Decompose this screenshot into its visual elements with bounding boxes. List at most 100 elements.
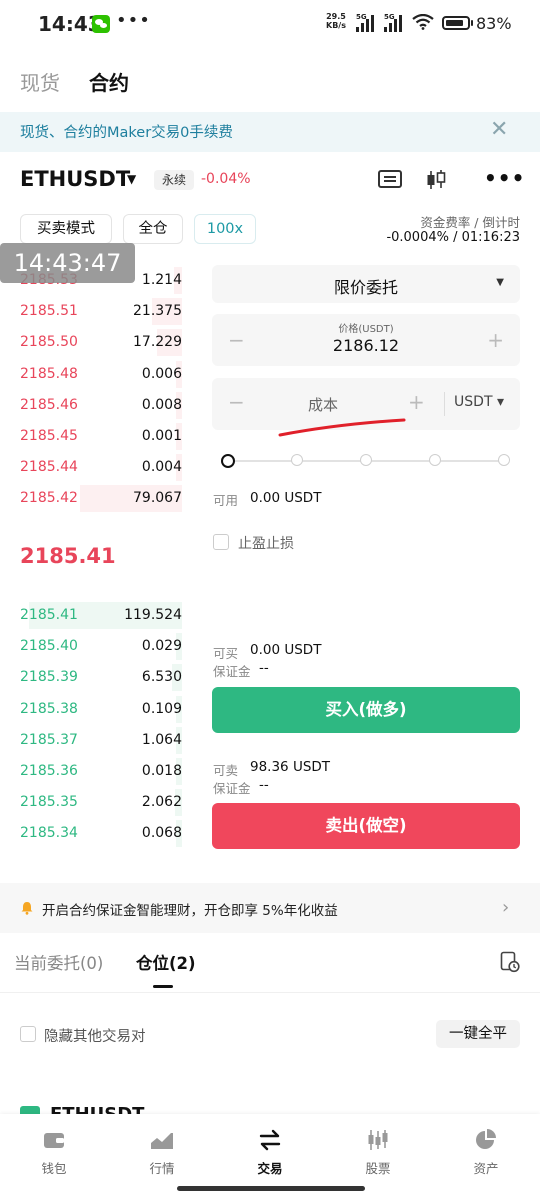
unit-select[interactable]: USDT ▾ — [454, 394, 504, 410]
trade-mode-button[interactable]: 买卖模式 — [20, 214, 112, 244]
ask-row[interactable]: 2185.46 0.008 — [0, 390, 200, 421]
tab-futures[interactable]: 合约 — [89, 67, 129, 96]
order-price: 2185.46 — [20, 396, 78, 413]
tab-open-orders[interactable]: 当前委托(0) — [14, 950, 103, 974]
ask-row[interactable]: 2185.51 21.375 — [0, 296, 200, 327]
order-price: 2185.35 — [20, 794, 78, 811]
slider-step[interactable] — [429, 454, 441, 466]
price-value[interactable]: 2186.12 — [212, 336, 520, 355]
active-tab-indicator — [153, 985, 173, 988]
bid-row[interactable]: 2185.34 0.068 — [0, 818, 200, 849]
close-all-button[interactable]: 一键全平 — [436, 1020, 520, 1048]
market-chart-icon — [151, 1133, 173, 1149]
order-quantity: 0.004 — [141, 459, 182, 476]
order-quantity: 0.029 — [141, 638, 182, 655]
price-input[interactable]: − 价格(USDT) 2186.12 + — [212, 314, 520, 366]
sell-margin-label: 保证金 — [213, 781, 251, 796]
bell-icon — [21, 902, 33, 915]
candlestick-chart-icon[interactable] — [424, 168, 448, 192]
history-document-icon[interactable] — [500, 951, 520, 973]
nav-label: 交易 — [257, 1161, 283, 1176]
battery-tip — [471, 20, 473, 26]
price-label: 价格(USDT) — [338, 324, 394, 335]
home-indicator[interactable] — [177, 1186, 365, 1191]
more-options-icon[interactable]: ••• — [484, 166, 525, 190]
nav-wallet[interactable]: 钱包 — [0, 1128, 108, 1177]
bid-row[interactable]: 2185.35 2.062 — [0, 787, 200, 818]
cost-increase-button[interactable]: + — [408, 390, 425, 414]
nav-label: 资产 — [473, 1161, 499, 1176]
nav-stocks[interactable]: 股票 — [324, 1128, 432, 1177]
order-price: 2185.48 — [20, 365, 78, 382]
buy-long-button[interactable]: 买入(做多) — [212, 687, 520, 733]
order-quantity: 0.001 — [141, 428, 182, 444]
promo-text: 开启合约保证金智能理财，开仓即享 5%年化收益 — [42, 903, 338, 919]
order-price: 2185.41 — [20, 607, 78, 623]
ask-row[interactable]: 2185.42 79.067 — [0, 483, 200, 514]
amount-slider-handle[interactable] — [221, 454, 235, 468]
order-type-select[interactable]: 限价委托 ▼ — [212, 265, 520, 303]
perpetual-tag: 永续 — [154, 170, 194, 190]
leverage-button[interactable]: 100x — [194, 214, 256, 244]
slider-step[interactable] — [291, 454, 303, 466]
chevron-down-icon[interactable]: ▼ — [127, 172, 136, 186]
buyable-label: 可买 — [213, 646, 239, 661]
nav-assets[interactable]: 资产 — [432, 1128, 540, 1177]
close-icon[interactable]: ✕ — [490, 117, 508, 142]
ask-row[interactable]: 2185.45 0.001 — [0, 421, 200, 452]
bid-row[interactable]: 2185.39 6.530 — [0, 662, 200, 693]
divider — [0, 992, 540, 993]
hide-other-pairs-label[interactable]: 隐藏其他交易对 — [44, 1025, 146, 1046]
tpsl-checkbox[interactable] — [213, 534, 229, 550]
chevron-right-icon[interactable]: › — [502, 897, 509, 918]
sell-short-button[interactable]: 卖出(做空) — [212, 803, 520, 849]
tab-positions[interactable]: 仓位(2) — [136, 950, 196, 974]
buyable-value: 0.00 USDT — [250, 642, 322, 658]
cost-placeholder[interactable]: 成本 — [308, 394, 338, 415]
available-label: 可用 — [213, 493, 239, 508]
margin-mode-button[interactable]: 全仓 — [123, 214, 183, 244]
bid-row[interactable]: 2185.41 119.524 — [0, 600, 200, 631]
order-quantity: 0.008 — [141, 396, 182, 413]
order-quantity: 0.068 — [141, 825, 182, 842]
wifi-icon — [412, 14, 434, 30]
hide-other-pairs-checkbox[interactable] — [20, 1026, 36, 1042]
available-value: 0.00 USDT — [250, 490, 322, 506]
ask-row[interactable]: 2185.44 0.004 — [0, 452, 200, 483]
order-price: 2185.36 — [20, 763, 78, 779]
slider-step[interactable] — [498, 454, 510, 466]
bid-row[interactable]: 2185.36 0.018 — [0, 756, 200, 787]
coupon-icon[interactable] — [378, 170, 402, 188]
wechat-notification-icon — [92, 15, 110, 33]
banner-text: 现货、合约的Maker交易0手续费 — [20, 125, 233, 141]
order-quantity: 119.524 — [124, 607, 182, 623]
ask-row[interactable]: 2185.48 0.006 — [0, 359, 200, 390]
bid-row[interactable]: 2185.40 0.029 — [0, 631, 200, 662]
tpsl-label[interactable]: 止盈止损 — [238, 533, 294, 553]
nav-market[interactable]: 行情 — [108, 1128, 216, 1177]
nav-label: 行情 — [149, 1161, 175, 1176]
order-quantity: 1.214 — [141, 272, 182, 288]
symbol-selector[interactable]: ETHUSDT — [20, 167, 130, 191]
trade-arrows-icon — [259, 1129, 281, 1151]
nav-trade[interactable]: 交易 — [216, 1128, 324, 1177]
stock-candles-icon — [368, 1130, 388, 1150]
bid-row[interactable]: 2185.38 0.109 — [0, 694, 200, 725]
order-quantity: 79.067 — [133, 490, 182, 507]
battery-percentage: 83% — [476, 14, 512, 33]
ask-row[interactable]: 2185.50 17.229 — [0, 327, 200, 358]
cost-decrease-button[interactable]: − — [228, 390, 245, 414]
sellable-label: 可卖 — [213, 763, 239, 778]
last-price[interactable]: 2185.41 — [20, 544, 116, 568]
bid-row[interactable]: 2185.37 1.064 — [0, 725, 200, 756]
tab-spot[interactable]: 现货 — [20, 67, 60, 96]
buy-margin-label: 保证金 — [213, 664, 251, 679]
unit-label: USDT — [454, 394, 493, 410]
slider-step[interactable] — [360, 454, 372, 466]
order-price: 2185.37 — [20, 731, 78, 748]
order-price: 2185.38 — [20, 700, 78, 717]
price-increase-button[interactable]: + — [487, 328, 504, 352]
order-price: 2185.51 — [20, 303, 78, 320]
order-quantity: 21.375 — [133, 303, 182, 320]
order-price: 2185.34 — [20, 825, 78, 842]
